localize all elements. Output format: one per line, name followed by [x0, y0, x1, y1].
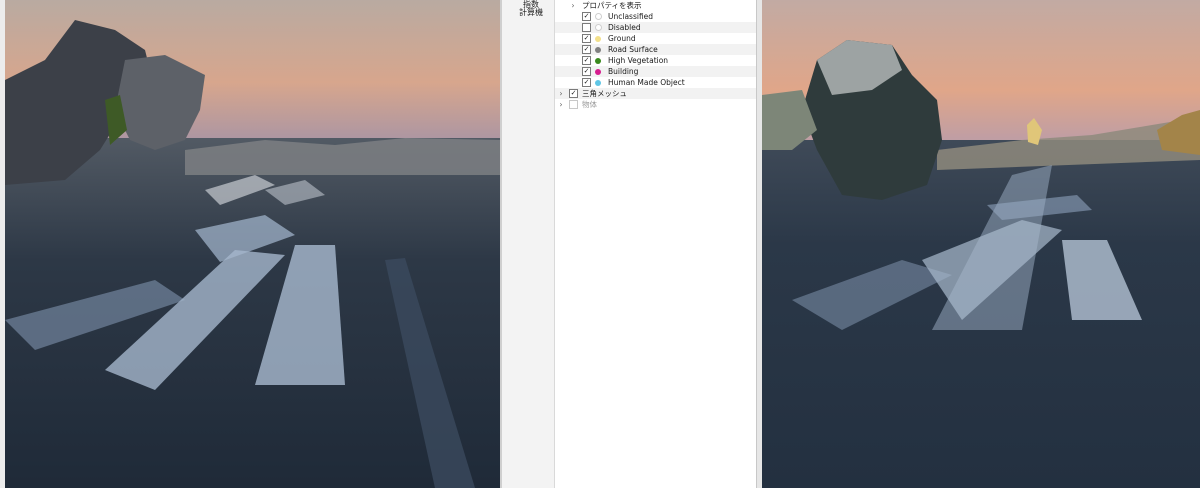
class-color-swatch: [595, 13, 602, 20]
right-3d-viewport[interactable]: [762, 0, 1200, 488]
class-color-swatch: [595, 46, 601, 53]
class-color-swatch: [595, 24, 602, 31]
class-label: Human Made Object: [608, 78, 685, 87]
index-calculator-label-2[interactable]: 計算機: [510, 8, 552, 17]
class-row-building[interactable]: ✓ Building: [555, 66, 756, 77]
tool-strip: 指数 計算機: [502, 0, 555, 488]
class-row-road-surface[interactable]: ✓ Road Surface: [555, 44, 756, 55]
solid-layer-label: 物体: [582, 100, 597, 109]
class-label: High Vegetation: [608, 56, 669, 65]
checkbox[interactable]: ✓: [582, 78, 591, 87]
checkbox[interactable]: ✓: [582, 12, 591, 21]
chevron-right-icon[interactable]: ›: [557, 89, 565, 98]
class-label: Building: [608, 67, 639, 76]
class-label: Disabled: [608, 23, 641, 32]
class-color-swatch: [595, 35, 601, 42]
chevron-right-icon[interactable]: ›: [557, 100, 565, 109]
class-color-swatch: [595, 57, 601, 64]
class-label: Road Surface: [608, 45, 658, 54]
left-3d-viewport[interactable]: [5, 0, 500, 488]
class-row-disabled[interactable]: Disabled: [555, 22, 756, 33]
right-scene: [762, 0, 1200, 488]
class-label: Unclassified: [608, 12, 654, 21]
mesh-layer-row[interactable]: › ✓ 三角メッシュ: [555, 88, 756, 99]
checkbox[interactable]: ✓: [582, 34, 591, 43]
class-row-human-made-object[interactable]: ✓ Human Made Object: [555, 77, 756, 88]
checkbox[interactable]: [569, 100, 578, 109]
checkbox[interactable]: ✓: [582, 45, 591, 54]
checkbox[interactable]: ✓: [582, 67, 591, 76]
layer-tree-panel: › プロパティを表示 ✓ Unclassified Disabled ✓ Gro…: [555, 0, 756, 488]
left-scene: [5, 0, 500, 488]
class-row-unclassified[interactable]: ✓ Unclassified: [555, 11, 756, 22]
class-color-swatch: [595, 79, 601, 86]
properties-row[interactable]: › プロパティを表示: [555, 0, 756, 11]
checkbox[interactable]: ✓: [569, 89, 578, 98]
class-row-high-vegetation[interactable]: ✓ High Vegetation: [555, 55, 756, 66]
checkbox[interactable]: [582, 23, 591, 32]
mesh-layer-label: 三角メッシュ: [582, 89, 627, 98]
class-color-swatch: [595, 68, 601, 75]
class-label: Ground: [608, 34, 636, 43]
checkbox[interactable]: ✓: [582, 56, 591, 65]
properties-label: プロパティを表示: [582, 1, 642, 10]
class-row-ground[interactable]: ✓ Ground: [555, 33, 756, 44]
solid-layer-row[interactable]: › 物体: [555, 99, 756, 110]
chevron-right-icon[interactable]: ›: [569, 1, 577, 10]
